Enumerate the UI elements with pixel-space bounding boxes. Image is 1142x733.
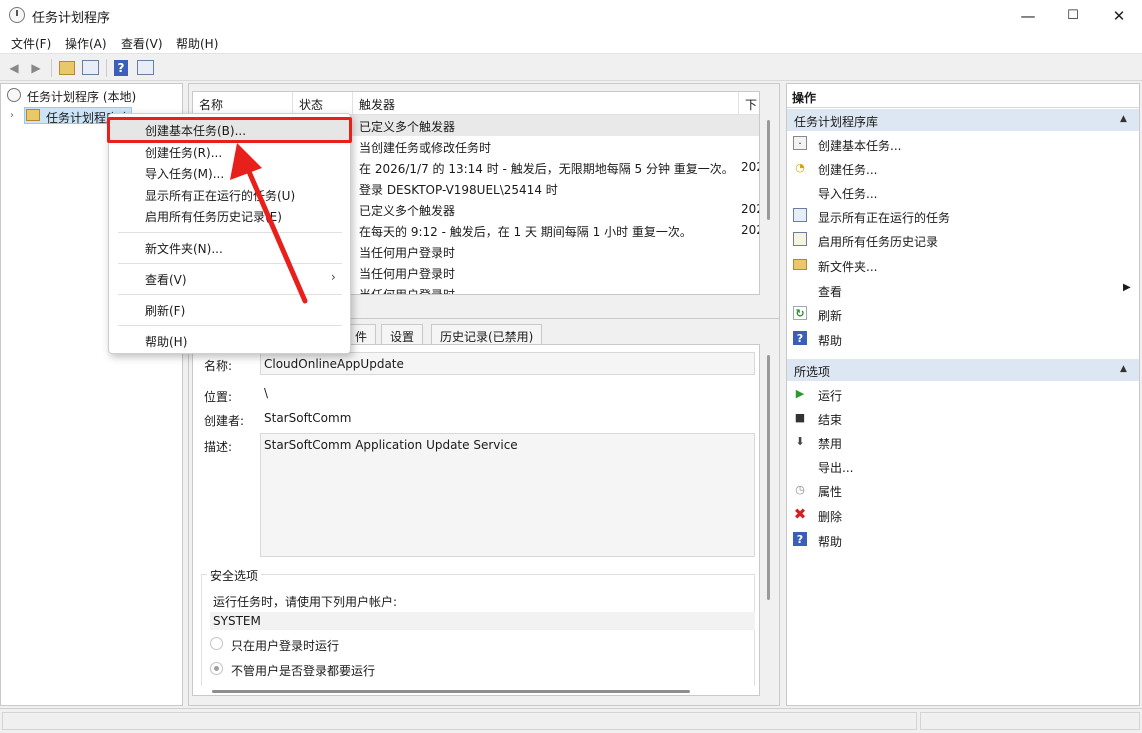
annotation-arrow xyxy=(230,143,308,304)
arrow-shaft xyxy=(244,164,308,304)
arrow-head xyxy=(230,143,262,180)
